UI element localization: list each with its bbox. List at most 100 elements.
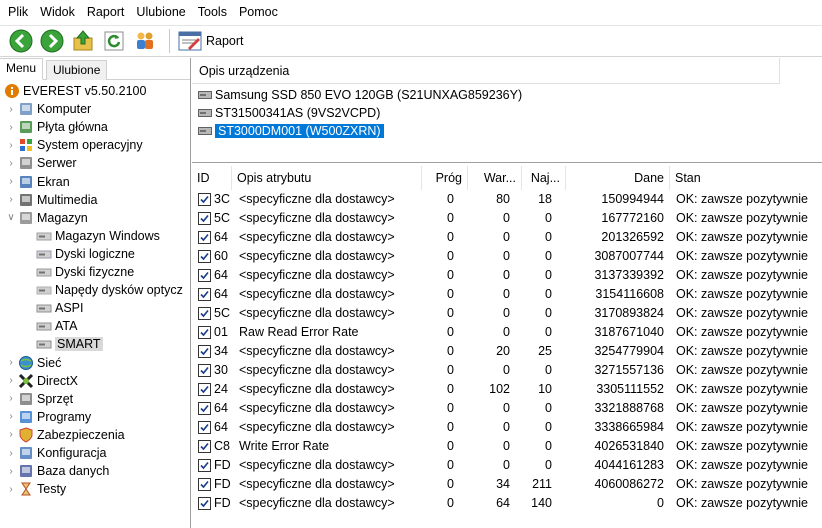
- menu-plik[interactable]: Plik: [2, 1, 34, 23]
- up-button[interactable]: [70, 28, 96, 54]
- menu-ulubione[interactable]: Ulubione: [130, 1, 191, 23]
- expand-arrow-icon[interactable]: ›: [6, 372, 16, 390]
- back-button[interactable]: [8, 28, 34, 54]
- col-header-naj[interactable]: Naj...: [522, 166, 566, 190]
- tree-item-monitor[interactable]: › Ekran: [6, 173, 69, 191]
- tree-item-storage[interactable]: ∨ Magazyn: [6, 209, 87, 227]
- tree-item-server[interactable]: › Serwer: [6, 154, 76, 172]
- expand-arrow-icon[interactable]: ›: [6, 408, 16, 426]
- col-header-war[interactable]: War...: [468, 166, 522, 190]
- row-checkbox[interactable]: [198, 478, 211, 491]
- collapse-arrow-icon[interactable]: ∨: [6, 209, 16, 227]
- col-header-stan[interactable]: Stan: [670, 166, 822, 190]
- table-row[interactable]: 64 <specyficzne dla dostawcy> 0 0 0 201326592…: [192, 228, 822, 247]
- tree-item-hourglass[interactable]: › Testy: [6, 480, 66, 498]
- expand-arrow-icon[interactable]: ›: [6, 191, 16, 209]
- tree-item-optical-drive[interactable]: Napędy dysków optycz: [24, 281, 183, 299]
- table-row[interactable]: 5C <specyficzne dla dostawcy> 0 0 0 317089382…: [192, 304, 822, 323]
- row-checkbox[interactable]: [198, 250, 211, 263]
- tree-item-speaker[interactable]: › Multimedia: [6, 191, 97, 209]
- expand-arrow-icon[interactable]: ›: [6, 480, 16, 498]
- tree-item-aspi[interactable]: ASPI: [24, 299, 84, 317]
- users-button[interactable]: [132, 28, 158, 54]
- table-row[interactable]: 64 <specyficzne dla dostawcy> 0 0 0 315411660…: [192, 285, 822, 304]
- expand-arrow-icon[interactable]: ›: [6, 354, 16, 372]
- tree-item-programs[interactable]: › Programy: [6, 408, 91, 426]
- table-row[interactable]: FD <specyficzne dla dostawcy> 0 0 0 404416128…: [192, 456, 822, 475]
- table-row[interactable]: 3C <specyficzne dla dostawcy> 0 80 18 1509949…: [192, 190, 822, 209]
- tree-item-hardware[interactable]: › Sprzęt: [6, 390, 73, 408]
- refresh-button[interactable]: [101, 28, 127, 54]
- tree-item-computer[interactable]: › Komputer: [6, 100, 91, 118]
- table-row[interactable]: C8 Write Error Rate 0 0 0 4026531840 OK: zawsz…: [192, 437, 822, 456]
- tree-item-shield[interactable]: › Zabezpieczenia: [6, 426, 125, 444]
- row-checkbox[interactable]: [198, 326, 211, 339]
- row-checkbox[interactable]: [198, 440, 211, 453]
- tree-item-info[interactable]: EVEREST v5.50.2100: [4, 82, 146, 100]
- menu-raport[interactable]: Raport: [81, 1, 131, 23]
- expand-arrow-icon[interactable]: ›: [6, 154, 16, 172]
- table-row[interactable]: 01 Raw Read Error Rate 0 0 0 3187671040 OK: za…: [192, 323, 822, 342]
- row-checkbox[interactable]: [198, 307, 211, 320]
- device-item-st31500341as[interactable]: ST31500341AS (9VS2VCPD): [198, 104, 380, 122]
- row-checkbox[interactable]: [198, 383, 211, 396]
- col-header-dane[interactable]: Dane: [566, 166, 670, 190]
- table-row[interactable]: 60 <specyficzne dla dostawcy> 0 0 0 308700774…: [192, 247, 822, 266]
- tab-menu[interactable]: Menu: [0, 58, 44, 80]
- tree-item-motherboard[interactable]: › Płyta główna: [6, 118, 108, 136]
- col-header-id[interactable]: ID: [192, 166, 232, 190]
- menu-pomoc[interactable]: Pomoc: [233, 1, 284, 23]
- tree-item-physical-disk[interactable]: Dyski fizyczne: [24, 263, 134, 281]
- table-row[interactable]: 30 <specyficzne dla dostawcy> 0 0 0 327155713…: [192, 361, 822, 380]
- forward-button[interactable]: [39, 28, 65, 54]
- tree-item-ata[interactable]: ATA: [24, 317, 77, 335]
- tree-item-network[interactable]: › Sieć: [6, 354, 61, 372]
- tree-item-directx[interactable]: › DirectX: [6, 372, 78, 390]
- col-header-desc[interactable]: Opis atrybutu: [232, 166, 422, 190]
- table-row[interactable]: 64 <specyficzne dla dostawcy> 0 0 0 333866598…: [192, 418, 822, 437]
- expand-arrow-icon[interactable]: ›: [6, 173, 16, 191]
- refresh-icon: [104, 31, 124, 51]
- table-row[interactable]: 34 <specyficzne dla dostawcy> 0 20 25 3254779…: [192, 342, 822, 361]
- row-checkbox[interactable]: [198, 459, 211, 472]
- tree-item-database[interactable]: › Baza danych: [6, 462, 109, 480]
- row-checkbox[interactable]: [198, 345, 211, 358]
- tree-item-drive[interactable]: Magazyn Windows: [24, 227, 160, 245]
- table-row[interactable]: 64 <specyficzne dla dostawcy> 0 0 0 313733939…: [192, 266, 822, 285]
- expand-arrow-icon[interactable]: ›: [6, 462, 16, 480]
- row-checkbox[interactable]: [198, 421, 211, 434]
- tab-ulubione[interactable]: Ulubione: [46, 60, 108, 80]
- table-row[interactable]: FD <specyficzne dla dostawcy> 0 64 140 0 OK: z…: [192, 494, 822, 513]
- table-row[interactable]: 5C <specyficzne dla dostawcy> 0 0 0 167772160…: [192, 209, 822, 228]
- tree-item-label: Dyski fizyczne: [55, 265, 135, 279]
- tree-item-windows[interactable]: › System operacyjny: [6, 136, 142, 154]
- row-checkbox[interactable]: [198, 231, 211, 244]
- row-checkbox[interactable]: [198, 364, 211, 377]
- menu-widok[interactable]: Widok: [34, 1, 81, 23]
- row-checkbox[interactable]: [198, 193, 211, 206]
- device-item-samsung[interactable]: Samsung SSD 850 EVO 120GB (S21UNXAG85923…: [198, 86, 522, 104]
- row-checkbox[interactable]: [198, 269, 211, 282]
- expand-arrow-icon[interactable]: ›: [6, 136, 16, 154]
- expand-arrow-icon[interactable]: ›: [6, 118, 16, 136]
- tree-item-logical-disk[interactable]: Dyski logiczne: [24, 245, 135, 263]
- table-row[interactable]: 64 <specyficzne dla dostawcy> 0 0 0 332188876…: [192, 399, 822, 418]
- expand-arrow-icon[interactable]: ›: [6, 444, 16, 462]
- tree-item-config[interactable]: › Konfiguracja: [6, 444, 106, 462]
- cell-war: 0: [503, 325, 510, 339]
- tree-item-smart-disk[interactable]: SMART: [24, 335, 103, 353]
- row-checkbox[interactable]: [198, 212, 211, 225]
- expand-arrow-icon[interactable]: ›: [6, 100, 16, 118]
- cell-naj: 0: [545, 363, 552, 377]
- table-row[interactable]: 24 <specyficzne dla dostawcy> 0 102 10 330511…: [192, 380, 822, 399]
- col-header-prog[interactable]: Próg: [422, 166, 468, 190]
- table-row[interactable]: FD <specyficzne dla dostawcy> 0 34 211 406008…: [192, 475, 822, 494]
- row-checkbox[interactable]: [198, 402, 211, 415]
- row-checkbox[interactable]: [198, 288, 211, 301]
- row-checkbox[interactable]: [198, 497, 211, 510]
- menu-tools[interactable]: Tools: [192, 1, 233, 23]
- expand-arrow-icon[interactable]: ›: [6, 390, 16, 408]
- device-item-st3000dm001[interactable]: ST3000DM001 (W500ZXRN): [198, 122, 385, 140]
- expand-arrow-icon[interactable]: ›: [6, 426, 16, 444]
- raport-button[interactable]: Raport: [178, 28, 244, 54]
